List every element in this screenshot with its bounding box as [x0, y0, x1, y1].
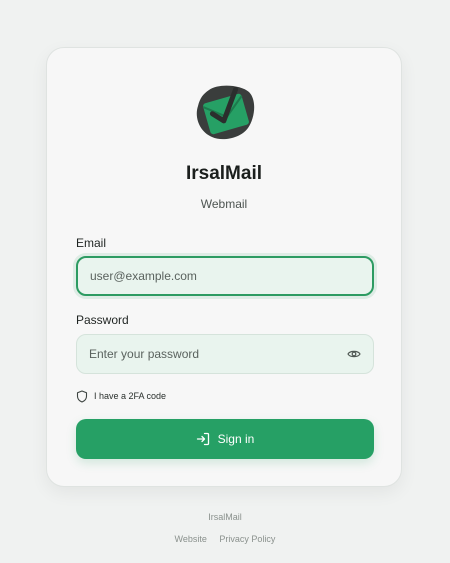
footer-link-privacy-policy[interactable]: Privacy Policy [219, 534, 275, 544]
password-input[interactable] [76, 334, 374, 374]
sign-in-label: Sign in [217, 432, 255, 446]
login-card: IrsalMail Webmail Email Password I have … [46, 47, 402, 487]
shield-icon [76, 389, 88, 403]
sign-in-button[interactable]: Sign in [76, 419, 374, 459]
app-title: IrsalMail [185, 163, 263, 184]
twofa-toggle[interactable]: I have a 2FA code [76, 388, 166, 404]
eye-icon [347, 349, 361, 359]
password-label: Password [76, 313, 129, 327]
footer-brand: IrsalMail [208, 512, 242, 522]
toggle-password-visibility-button[interactable] [344, 345, 364, 363]
app-subtitle: Webmail [200, 197, 248, 211]
envelope-check-icon [195, 84, 257, 142]
email-input[interactable] [76, 256, 374, 296]
email-label: Email [76, 236, 107, 250]
sign-in-icon [196, 432, 210, 446]
footer-link-website[interactable]: Website [175, 534, 207, 544]
footer-links: Website Privacy Policy [0, 534, 450, 544]
twofa-label: I have a 2FA code [94, 391, 167, 401]
